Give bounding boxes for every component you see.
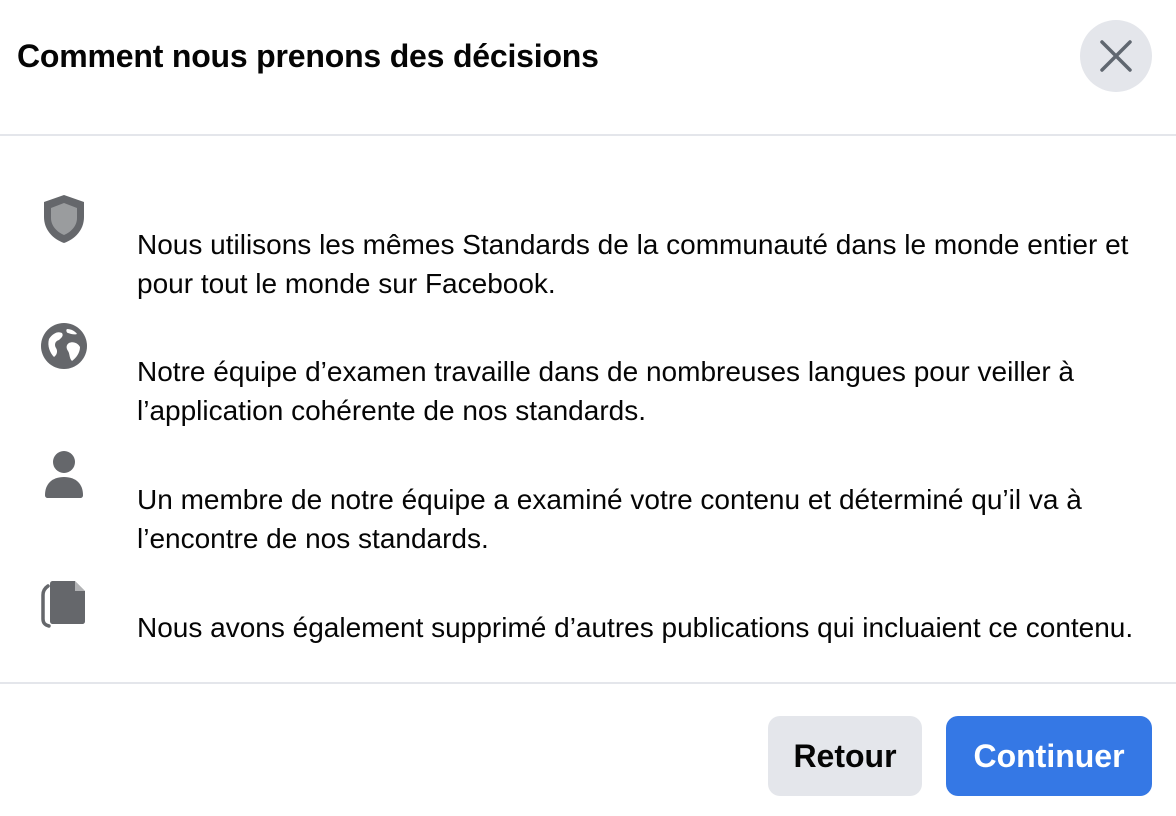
list-item-text: Un membre de notre équipe a examiné votr…: [137, 484, 1082, 554]
back-button[interactable]: Retour: [768, 716, 922, 796]
dialog-footer: Retour Continuer: [0, 682, 1176, 816]
globe-icon: [36, 318, 92, 374]
shield-icon: [36, 191, 92, 247]
decision-dialog: Comment nous prenons des décisions Nous …: [0, 0, 1176, 816]
continue-button[interactable]: Continuer: [946, 716, 1152, 796]
dialog-title: Comment nous prenons des décisions: [17, 38, 599, 74]
list-item: Un membre de notre équipe a examiné votr…: [0, 436, 1176, 554]
list-item-text: Nous utilisons les mêmes Standards de la…: [137, 229, 1129, 299]
dialog-body: Nous utilisons les mêmes Standards de la…: [0, 136, 1176, 684]
close-icon: [1100, 40, 1132, 72]
person-icon: [36, 446, 92, 502]
list-item: Nous utilisons les mêmes Standards de la…: [0, 181, 1176, 299]
close-button[interactable]: [1080, 20, 1152, 92]
documents-icon: [36, 574, 92, 630]
list-item: Nous avons également supprimé d’autres p…: [0, 564, 1176, 654]
list-item-text: Nous avons également supprimé d’autres p…: [137, 612, 1134, 643]
list-item-text: Notre équipe d’examen travaille dans de …: [137, 356, 1075, 426]
dialog-header: Comment nous prenons des décisions: [0, 0, 1176, 136]
list-item: Notre équipe d’examen travaille dans de …: [0, 308, 1176, 426]
